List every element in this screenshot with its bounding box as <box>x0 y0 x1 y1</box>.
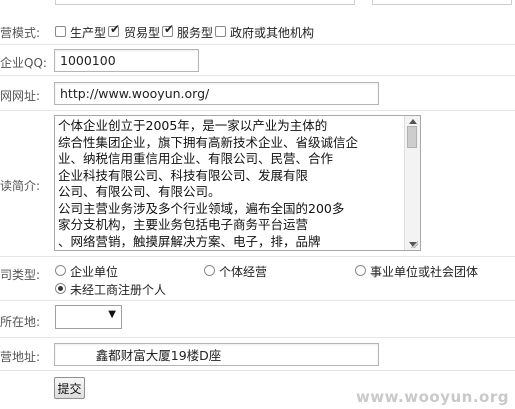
website-input[interactable] <box>54 82 379 105</box>
location-select[interactable]: ▼ <box>55 305 122 329</box>
company-intro-textarea[interactable]: 个体企业创立于2005年，是一家以产业为主体的 综合性集团企业，旗下拥有高新技术… <box>54 115 421 251</box>
address-input[interactable] <box>54 343 379 366</box>
checkbox-government-label: 政府或其他机构 <box>230 26 315 40</box>
radio-individual-business-label: 个体经营 <box>219 265 268 279</box>
company-type-row: 司类型: 企业单位 个体经营 事业单位或社会团体 未经工商注册个人 <box>0 257 515 301</box>
qq-label: 企业QQ: <box>0 56 47 70</box>
previous-field-box-right <box>372 0 512 5</box>
checkbox-trade[interactable] <box>108 22 120 37</box>
intro-line: 个体企业创立于2005年，是一家以产业为主体的 <box>58 118 328 133</box>
address-row: 营地址: <box>0 338 515 371</box>
intro-line: 企业科技有限公司、科技有限公司、发展有限 <box>58 167 309 183</box>
scroll-up-arrow-icon[interactable] <box>409 119 417 124</box>
textarea-scrollbar[interactable] <box>404 116 420 250</box>
website-label: 网网址: <box>0 89 41 103</box>
submit-button[interactable]: 提交 <box>54 377 85 399</box>
intro-line: 、网络营销，触摸屏解决方案、电子，排，品牌 <box>58 233 321 249</box>
intro-line: 综合性集团企业，旗下拥有高新技术企业、省级诚信企 <box>58 134 359 150</box>
intro-line: 家分支机构，主要业务包括电子商务平台运营 <box>58 217 309 232</box>
radio-enterprise-label: 企业单位 <box>70 265 119 279</box>
radio-enterprise[interactable] <box>55 265 66 276</box>
chevron-down-icon: ▼ <box>108 309 116 320</box>
qq-input[interactable] <box>54 49 199 72</box>
checkbox-production[interactable] <box>55 26 66 37</box>
radio-individual-business[interactable] <box>204 265 215 276</box>
checkbox-service[interactable] <box>162 22 174 37</box>
business-mode-row: 营模式: 生产型 贸易型 服务型 政府或其他机构 <box>0 18 515 45</box>
radio-public-institution-label: 事业单位或社会团体 <box>370 265 479 279</box>
radio-unregistered-individual-label: 未经工商注册个人 <box>70 283 167 297</box>
radio-public-institution[interactable] <box>355 265 366 276</box>
business-mode-options: 生产型 贸易型 服务型 政府或其他机构 <box>55 22 375 40</box>
business-mode-label: 营模式: <box>0 26 41 40</box>
qq-row: 企业QQ: <box>0 45 515 76</box>
intro-line: 公司主营业务涉及多个行业领域，遍布全国的200多 <box>58 200 345 216</box>
radio-unregistered-individual[interactable] <box>55 283 66 294</box>
website-row: 网网址: <box>0 76 515 111</box>
checkbox-trade-label: 贸易型 <box>124 26 161 40</box>
previous-field-box-left <box>55 0 355 5</box>
intro-line: 公司、有限公司、有限公司。 <box>58 184 221 199</box>
company-type-label: 司类型: <box>0 268 41 282</box>
location-label: 所在地: <box>0 315 41 329</box>
checkbox-service-label: 服务型 <box>177 26 214 40</box>
address-label: 营地址: <box>0 350 41 364</box>
checkbox-government[interactable] <box>215 26 226 37</box>
resize-grip-icon[interactable] <box>411 241 418 248</box>
intro-label: 读简介: <box>0 179 41 193</box>
checkbox-production-label: 生产型 <box>70 26 107 40</box>
watermark: www.wooyun.org <box>355 388 509 406</box>
scroll-thumb[interactable] <box>407 126 417 148</box>
intro-line: 业、纳税信用重信用企业、有限公司、民营、合作 <box>58 151 334 166</box>
